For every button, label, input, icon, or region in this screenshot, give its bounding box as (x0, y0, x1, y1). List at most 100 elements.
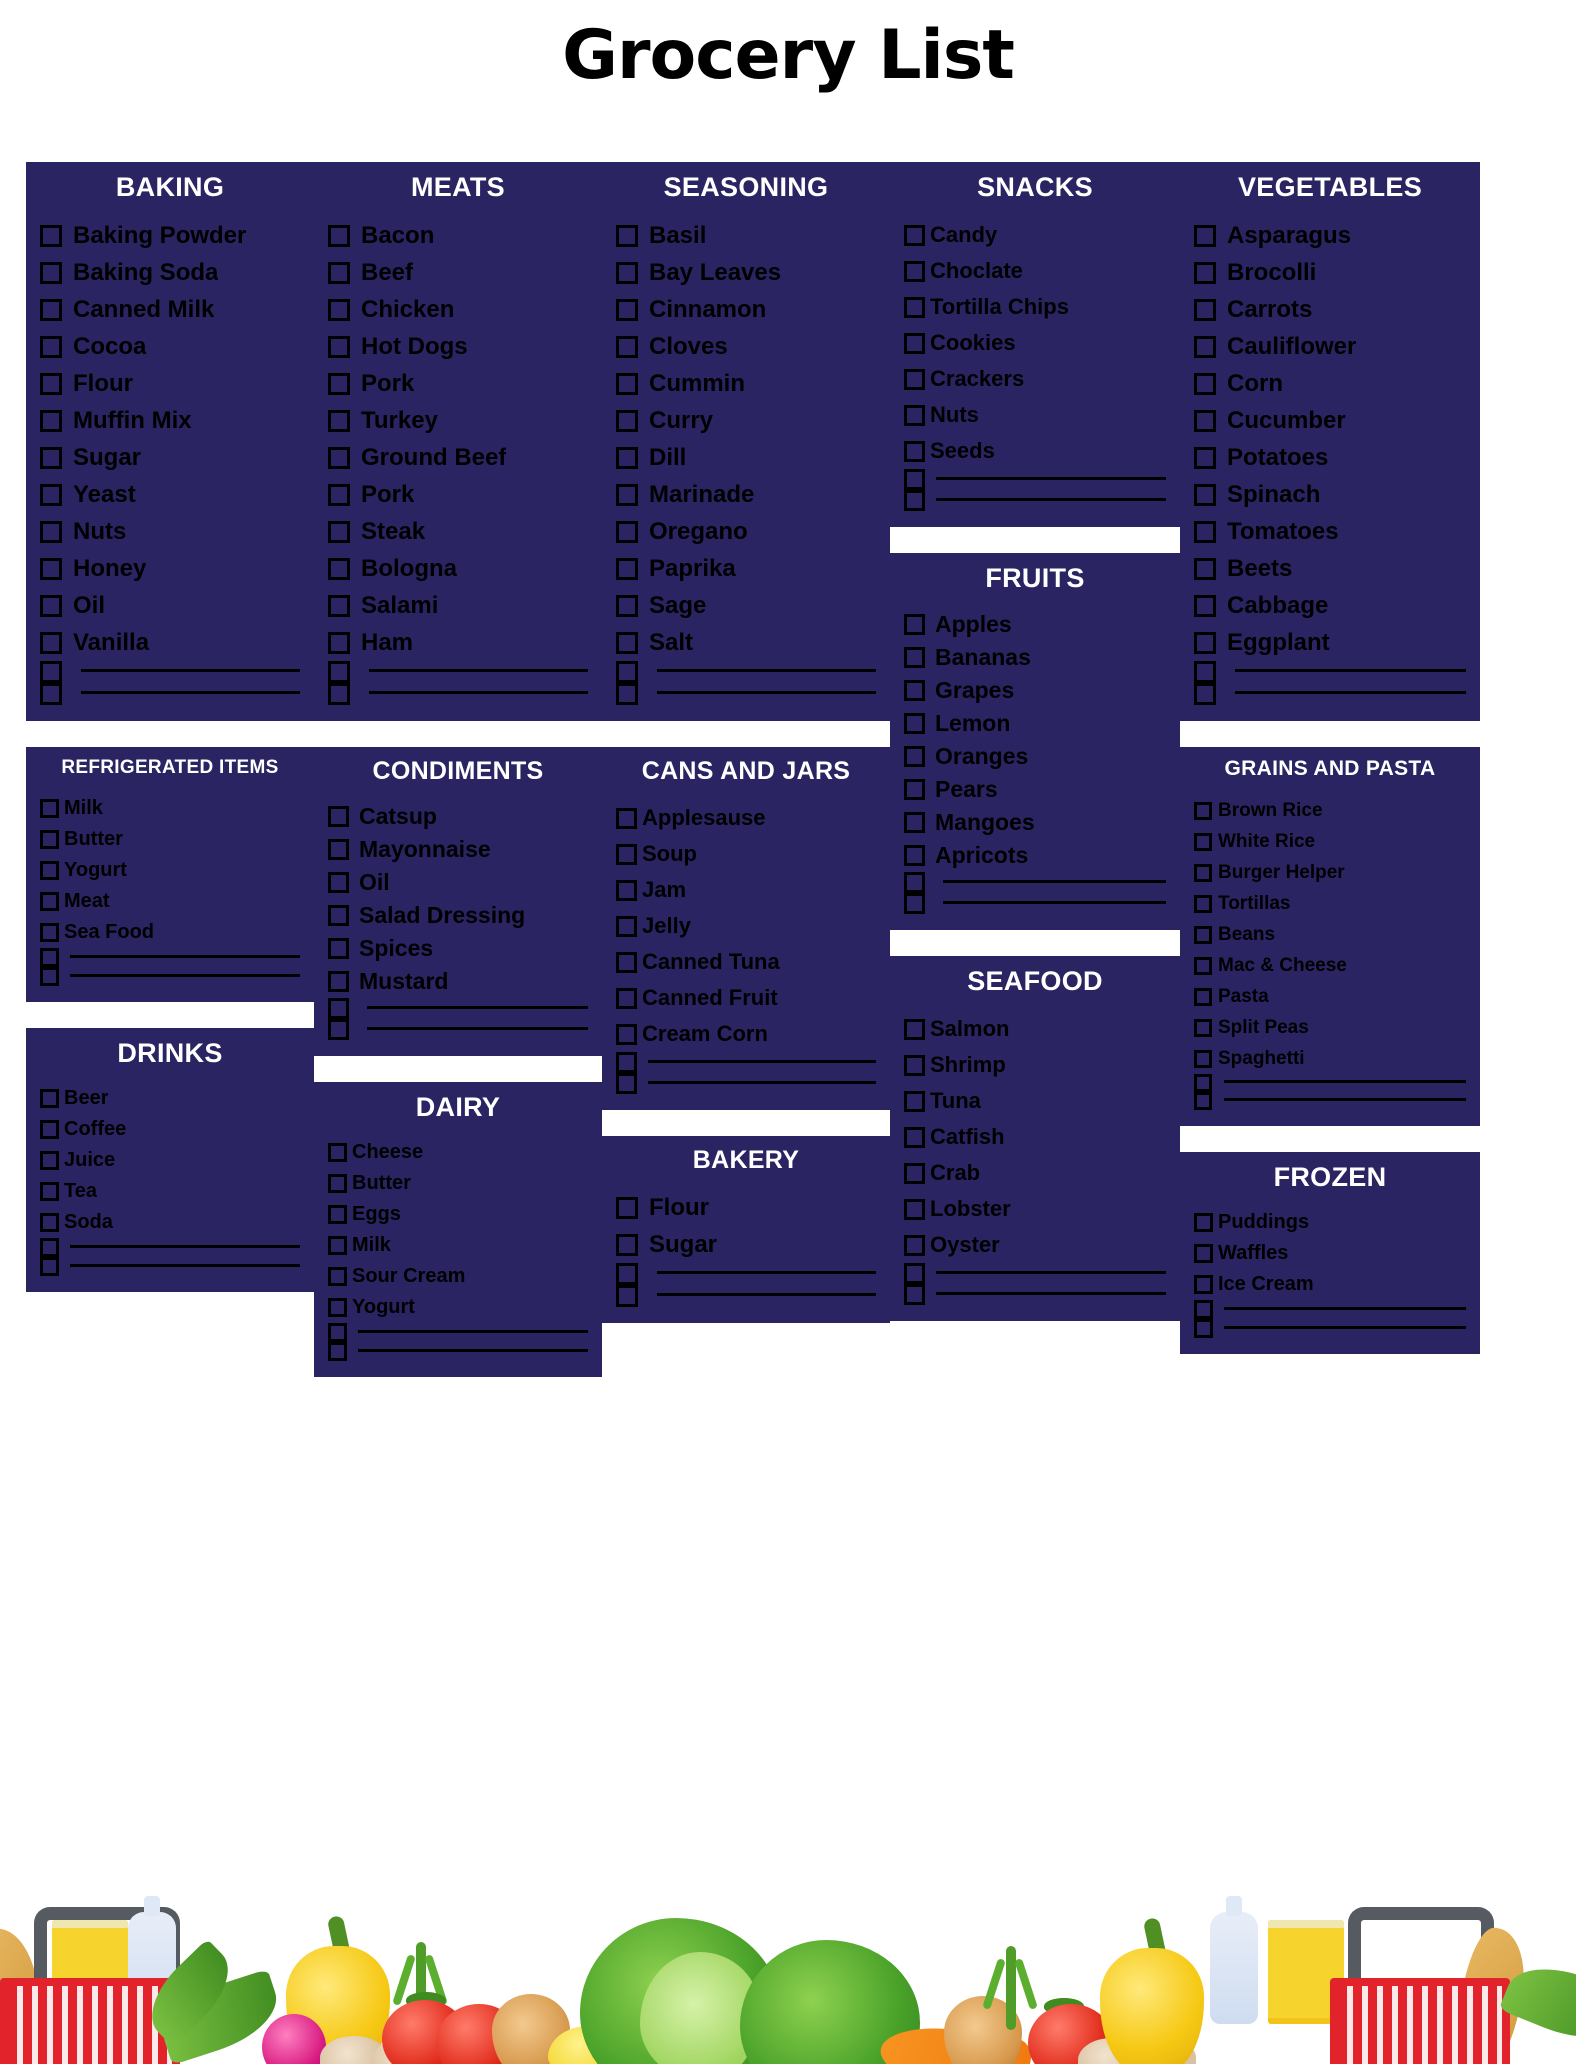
blank-list-item[interactable] (904, 490, 1166, 511)
checkbox-tomatoes[interactable] (1194, 520, 1216, 543)
checkbox-lemon[interactable] (904, 713, 925, 734)
checkbox-tea[interactable] (40, 1182, 59, 1201)
checkbox-cloves[interactable] (616, 335, 638, 358)
checkbox-mac-and-cheese[interactable] (1194, 956, 1212, 975)
blank-list-item[interactable] (328, 1342, 588, 1361)
checkbox-blank[interactable] (1194, 661, 1216, 683)
checkbox-cabbage[interactable] (1194, 594, 1216, 617)
checkbox-canned-milk[interactable] (40, 298, 62, 321)
write-in-line[interactable] (369, 668, 588, 672)
list-item[interactable]: Meat (40, 886, 300, 917)
list-item[interactable]: Split Peas (1194, 1012, 1466, 1043)
checkbox-beef[interactable] (328, 261, 350, 284)
checkbox-mayonnaise[interactable] (328, 839, 349, 860)
write-in-line[interactable] (70, 973, 300, 977)
checkbox-burger-helper[interactable] (1194, 863, 1212, 882)
list-item[interactable]: Tomatoes (1194, 513, 1466, 550)
write-in-line[interactable] (367, 1026, 588, 1030)
checkbox-cocoa[interactable] (40, 335, 62, 358)
checkbox-sugar[interactable] (40, 446, 62, 469)
write-in-line[interactable] (657, 668, 876, 672)
write-in-line[interactable] (81, 690, 300, 694)
write-in-line[interactable] (657, 690, 876, 694)
list-item[interactable]: Vanilla (40, 624, 300, 661)
checkbox-soup[interactable] (616, 843, 637, 865)
checkbox-blank[interactable] (616, 683, 638, 705)
checkbox-paprika[interactable] (616, 557, 638, 580)
checkbox-blank[interactable] (616, 661, 638, 683)
list-item[interactable]: Spices (328, 932, 588, 965)
checkbox-candy[interactable] (904, 224, 925, 246)
list-item[interactable]: Waffles (1194, 1238, 1466, 1269)
list-item[interactable]: Cloves (616, 328, 876, 365)
checkbox-grapes[interactable] (904, 680, 925, 701)
blank-list-item[interactable] (616, 1285, 876, 1307)
list-item[interactable]: Mustard (328, 965, 588, 998)
checkbox-blank[interactable] (616, 1073, 637, 1094)
checkbox-milk[interactable] (40, 799, 59, 818)
list-item[interactable]: Baking Soda (40, 254, 300, 291)
list-item[interactable]: Sugar (40, 439, 300, 476)
list-item[interactable]: Apricots (904, 839, 1166, 872)
write-in-line[interactable] (367, 1005, 588, 1009)
write-in-line[interactable] (1224, 1325, 1466, 1329)
checkbox-beer[interactable] (40, 1089, 59, 1108)
list-item[interactable]: Cookies (904, 325, 1166, 361)
write-in-line[interactable] (648, 1059, 876, 1063)
checkbox-carrots[interactable] (1194, 298, 1216, 321)
write-in-line[interactable] (936, 476, 1166, 480)
checkbox-curry[interactable] (616, 409, 638, 432)
list-item[interactable]: Spinach (1194, 476, 1466, 513)
checkbox-cucumber[interactable] (1194, 409, 1216, 432)
list-item[interactable]: Salmon (904, 1011, 1166, 1047)
checkbox-choclate[interactable] (904, 260, 925, 282)
checkbox-corn[interactable] (1194, 372, 1216, 395)
checkbox-blank[interactable] (616, 1285, 638, 1307)
blank-list-item[interactable] (328, 1323, 588, 1342)
list-item[interactable]: Baking Powder (40, 217, 300, 254)
list-item[interactable]: Milk (40, 793, 300, 824)
list-item[interactable]: Canned Tuna (616, 944, 876, 980)
checkbox-blank[interactable] (1194, 1092, 1212, 1110)
checkbox-split-peas[interactable] (1194, 1018, 1212, 1037)
checkbox-sugar[interactable] (616, 1233, 638, 1256)
list-item[interactable]: Cucumber (1194, 402, 1466, 439)
blank-list-item[interactable] (328, 661, 588, 683)
list-item[interactable]: Crab (904, 1155, 1166, 1191)
write-in-line[interactable] (1224, 1306, 1466, 1310)
list-item[interactable]: Pasta (1194, 981, 1466, 1012)
list-item[interactable]: Bananas (904, 641, 1166, 674)
list-item[interactable]: Cauliflower (1194, 328, 1466, 365)
checkbox-muffin-mix[interactable] (40, 409, 62, 432)
blank-list-item[interactable] (616, 1263, 876, 1285)
checkbox-milk[interactable] (328, 1236, 347, 1255)
checkbox-canned-fruit[interactable] (616, 987, 637, 1009)
list-item[interactable]: Canned Fruit (616, 980, 876, 1016)
write-in-line[interactable] (70, 1244, 300, 1248)
checkbox-blank[interactable] (40, 661, 62, 683)
checkbox-mangoes[interactable] (904, 812, 925, 833)
list-item[interactable]: Spaghetti (1194, 1043, 1466, 1074)
checkbox-blank[interactable] (1194, 1300, 1213, 1319)
write-in-line[interactable] (648, 1080, 876, 1084)
checkbox-shrimp[interactable] (904, 1054, 925, 1076)
checkbox-blank[interactable] (328, 998, 349, 1019)
list-item[interactable]: Cabbage (1194, 587, 1466, 624)
checkbox-ham[interactable] (328, 631, 350, 654)
checkbox-blank[interactable] (40, 967, 59, 986)
checkbox-salt[interactable] (616, 631, 638, 654)
write-in-line[interactable] (943, 900, 1166, 904)
checkbox-mustard[interactable] (328, 971, 349, 992)
checkbox-bacon[interactable] (328, 224, 350, 247)
write-in-line[interactable] (369, 690, 588, 694)
checkbox-sour-cream[interactable] (328, 1267, 347, 1286)
checkbox-sage[interactable] (616, 594, 638, 617)
list-item[interactable]: Lemon (904, 707, 1166, 740)
checkbox-meat[interactable] (40, 892, 59, 911)
checkbox-bay-leaves[interactable] (616, 261, 638, 284)
checkbox-brown-rice[interactable] (1194, 801, 1212, 820)
checkbox-sea-food[interactable] (40, 923, 59, 942)
blank-list-item[interactable] (1194, 1074, 1466, 1092)
checkbox-butter[interactable] (328, 1174, 347, 1193)
list-item[interactable]: Grapes (904, 674, 1166, 707)
